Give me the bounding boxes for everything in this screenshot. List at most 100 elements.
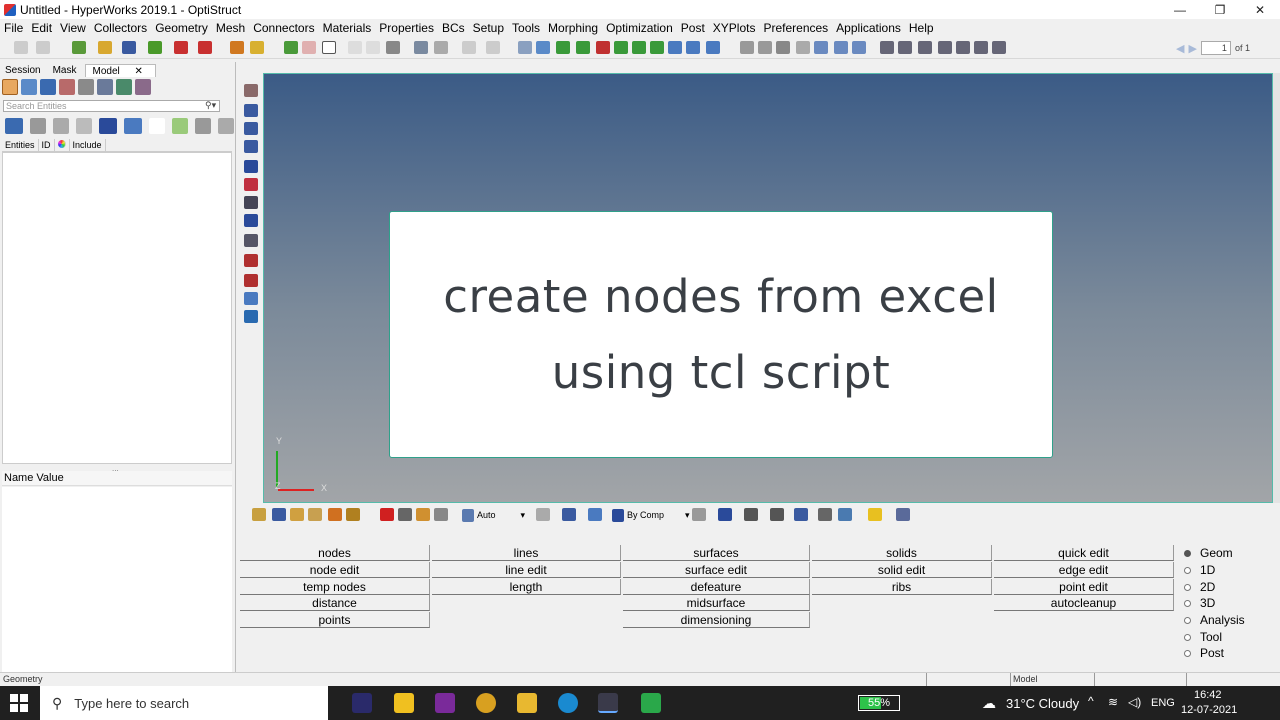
export-icon[interactable] <box>174 41 188 54</box>
part-view-icon[interactable] <box>116 79 132 95</box>
tag-icon[interactable] <box>244 254 258 267</box>
windows-start-icon[interactable] <box>10 694 28 712</box>
isolate-icon[interactable] <box>99 118 117 134</box>
3d-display-icon[interactable] <box>794 508 808 521</box>
layout-7-icon[interactable] <box>992 41 1006 54</box>
cut-icon[interactable] <box>414 41 428 54</box>
move-vertical-icon[interactable] <box>834 41 848 54</box>
battery-indicator[interactable]: 55% <box>858 695 900 711</box>
solid-icon[interactable] <box>244 310 258 323</box>
menu-connectors[interactable]: Connectors <box>249 21 318 35</box>
clock-time[interactable]: 16:42 <box>1194 689 1222 701</box>
view-ortho-icon[interactable] <box>686 41 700 54</box>
expand-icon[interactable] <box>172 118 188 134</box>
hide-all-icon[interactable] <box>53 118 69 134</box>
delete-page-icon[interactable] <box>302 41 316 54</box>
surface-style-icon[interactable] <box>562 508 576 521</box>
material-icon[interactable] <box>244 122 258 135</box>
assembly-view-icon[interactable] <box>21 79 37 95</box>
surfaces-button[interactable]: surfaces <box>623 545 810 561</box>
show-entities-icon[interactable] <box>5 118 23 134</box>
capture-icon[interactable] <box>386 41 400 54</box>
points-button[interactable]: points <box>240 612 430 628</box>
view-right-icon[interactable] <box>614 41 628 54</box>
menu-applications[interactable]: Applications <box>832 21 905 35</box>
paste-icon[interactable] <box>462 41 476 54</box>
defeature-button[interactable]: defeature <box>623 579 810 595</box>
line-edit-button[interactable]: line edit <box>432 562 621 578</box>
solver-view-icon[interactable] <box>78 79 94 95</box>
fit-icon[interactable] <box>852 41 866 54</box>
graphics-viewport[interactable]: create nodes from excel using tcl script… <box>263 73 1273 503</box>
menu-optimization[interactable]: Optimization <box>602 21 677 35</box>
show-all-icon[interactable] <box>30 118 46 134</box>
geometry-color-combo[interactable]: Auto ▾ <box>462 508 525 522</box>
zoom-window-icon[interactable] <box>740 41 754 54</box>
menu-materials[interactable]: Materials <box>319 21 376 35</box>
quick-edit-button[interactable]: quick edit <box>994 545 1174 561</box>
tab-session[interactable]: Session <box>2 64 44 77</box>
label-icon[interactable] <box>244 274 258 287</box>
search-icon[interactable]: ⚲▾ <box>205 100 216 111</box>
column-include[interactable]: Include <box>70 139 106 151</box>
view-back-icon[interactable] <box>576 41 590 54</box>
view-top-icon[interactable] <box>632 41 646 54</box>
layout-2-icon[interactable] <box>898 41 912 54</box>
display-elements-icon[interactable] <box>272 508 286 521</box>
menu-morphing[interactable]: Morphing <box>544 21 602 35</box>
node-edit-button[interactable]: node edit <box>240 562 430 578</box>
entity-editor[interactable] <box>2 487 232 672</box>
camtasia-icon[interactable] <box>641 693 661 713</box>
view-front-icon[interactable] <box>556 41 570 54</box>
layout-3-icon[interactable] <box>918 41 932 54</box>
column-id[interactable]: ID <box>39 139 55 151</box>
hand-icon[interactable] <box>796 41 810 54</box>
onenote-icon[interactable] <box>435 693 455 713</box>
menu-xyplots[interactable]: XYPlots <box>709 21 760 35</box>
window-cascade-icon[interactable] <box>366 41 380 54</box>
ribs-button[interactable]: ribs <box>812 579 992 595</box>
clock-date[interactable]: 12-07-2021 <box>1181 704 1237 716</box>
curve-icon[interactable] <box>244 234 258 247</box>
component-view-icon[interactable] <box>2 79 18 95</box>
view-left-icon[interactable] <box>596 41 610 54</box>
new-model-icon[interactable] <box>72 41 86 54</box>
length-button[interactable]: length <box>432 579 621 595</box>
display-components-icon[interactable] <box>252 508 266 521</box>
temp-nodes-button[interactable]: temp nodes <box>240 579 430 595</box>
minimize-button[interactable]: — <box>1160 0 1200 20</box>
dimensioning-button[interactable]: dimensioning <box>623 612 810 628</box>
tab-model[interactable]: Model ✕ <box>85 64 156 77</box>
view-options-icon[interactable] <box>896 508 910 521</box>
copy-icon[interactable] <box>434 41 448 54</box>
maximize-button[interactable]: ❐ <box>1200 0 1240 20</box>
distance-button[interactable]: distance <box>240 595 430 611</box>
redo-icon[interactable] <box>36 41 50 54</box>
paste-special-icon[interactable] <box>486 41 500 54</box>
property-icon[interactable] <box>244 104 258 117</box>
display-loads-icon[interactable] <box>308 508 322 521</box>
point-edit-button[interactable]: point edit <box>994 579 1174 595</box>
search-entities-input[interactable]: Search Entities <box>3 100 220 112</box>
view-bottom-icon[interactable] <box>650 41 664 54</box>
set-icon[interactable] <box>244 178 258 191</box>
column-color-icon[interactable] <box>55 139 70 151</box>
find-icon[interactable] <box>124 118 142 134</box>
menu-preferences[interactable]: Preferences <box>759 21 832 35</box>
run-solver-icon[interactable] <box>230 41 244 54</box>
include-view-icon[interactable] <box>59 79 75 95</box>
lines-button[interactable]: lines <box>432 545 621 561</box>
sticky-notes-icon[interactable] <box>394 693 414 713</box>
element-color-combo[interactable]: By Comp ▾ <box>612 508 690 522</box>
radio-3d[interactable]: 3D <box>1184 596 1215 610</box>
undo-icon[interactable] <box>14 41 28 54</box>
surface-edit-button[interactable]: surface edit <box>623 562 810 578</box>
geometry-style-icon[interactable] <box>536 508 550 521</box>
monitor-icon[interactable] <box>838 508 852 521</box>
show-icon[interactable] <box>416 508 430 521</box>
autocleanup-button[interactable]: autocleanup <box>994 595 1174 611</box>
display-geometry-icon[interactable] <box>290 508 304 521</box>
open-folder-icon[interactable] <box>250 41 264 54</box>
menu-collectors[interactable]: Collectors <box>90 21 151 35</box>
layer-view-icon[interactable] <box>97 79 113 95</box>
